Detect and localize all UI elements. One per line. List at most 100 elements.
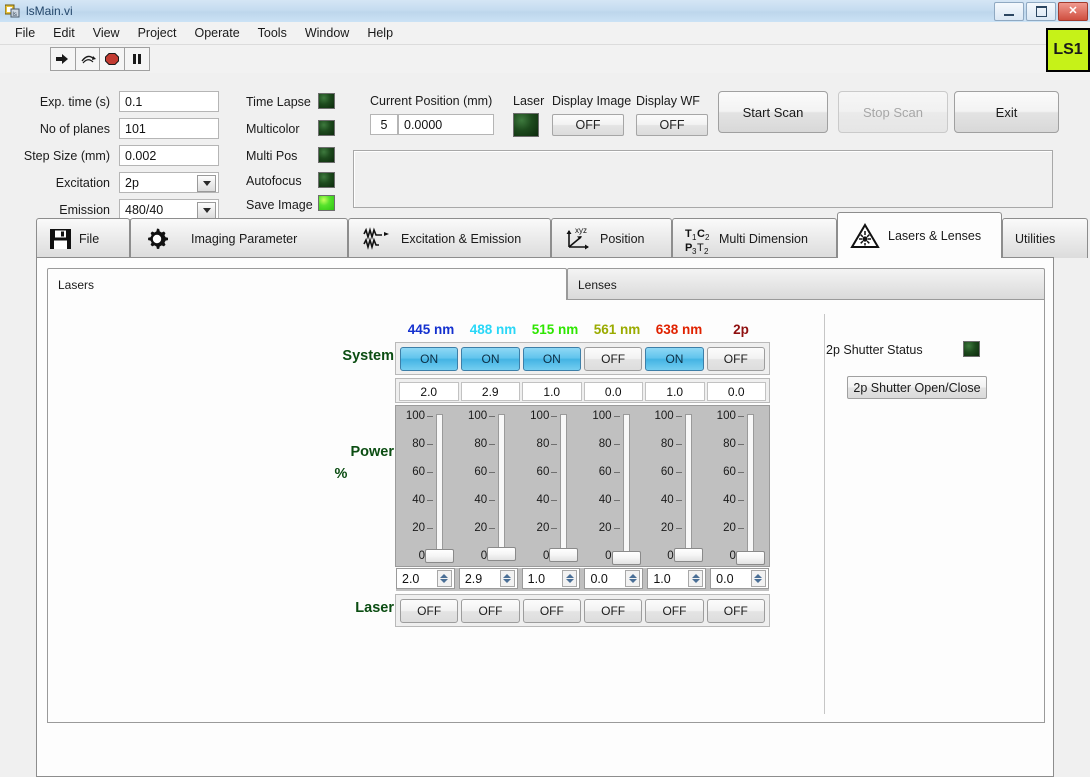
- tab-utilities[interactable]: Utilities: [1002, 218, 1088, 258]
- power-slider-thumb-515[interactable]: [549, 548, 578, 562]
- power-slider-561[interactable]: 100 80 60 40 20 0: [583, 406, 645, 566]
- power-spinner-561[interactable]: [625, 570, 640, 587]
- slider-tick-40: 40: [710, 494, 736, 506]
- power-slider-638[interactable]: 100 80 60 40 20 0: [645, 406, 707, 566]
- tab-imaging-parameter[interactable]: Imaging Parameter: [130, 218, 348, 258]
- menu-item-view[interactable]: View: [84, 24, 129, 42]
- channel-header-2p: 2p: [710, 322, 772, 337]
- power-slider-515[interactable]: 100 80 60 40 20 0: [520, 406, 582, 566]
- system-toggle-561[interactable]: OFF: [584, 347, 642, 371]
- slider-tick-80: 80: [399, 438, 425, 450]
- subtab-lasers-label: Lasers: [58, 278, 94, 292]
- system-row-label: System: [288, 348, 394, 364]
- subtab-lasers[interactable]: Lasers: [47, 268, 567, 300]
- laser-toggle-561[interactable]: OFF: [584, 599, 642, 623]
- power-spinner-2p[interactable]: [751, 570, 766, 587]
- run-button-group: [50, 47, 100, 71]
- power-spinner-515[interactable]: [562, 570, 577, 587]
- slider-tick-40: 40: [648, 494, 674, 506]
- menu-item-help[interactable]: Help: [358, 24, 402, 42]
- exp-time-input[interactable]: 0.1: [119, 91, 219, 112]
- power-slider-2p[interactable]: 100 80 60 40 20 0: [707, 406, 769, 566]
- maximize-button[interactable]: [1026, 2, 1056, 21]
- pause-button[interactable]: [124, 47, 150, 71]
- system-toggle-638[interactable]: ON: [645, 347, 703, 371]
- power-slider-thumb-2p[interactable]: [736, 551, 765, 565]
- system-toggle-488[interactable]: ON: [461, 347, 519, 371]
- menu-item-tools[interactable]: Tools: [249, 24, 296, 42]
- label-no-of-planes: No of planes: [10, 122, 110, 136]
- multicolor-led[interactable]: [318, 120, 335, 136]
- panel-divider: [824, 314, 825, 714]
- minimize-button[interactable]: [994, 2, 1024, 21]
- laser-toggle-515[interactable]: OFF: [523, 599, 581, 623]
- power-input-638[interactable]: 1.0: [647, 568, 706, 589]
- power-input-445[interactable]: 2.0: [396, 568, 455, 589]
- tab-position[interactable]: xyz Position: [551, 218, 672, 258]
- gear-icon: [145, 227, 169, 251]
- shutter-status-label: 2p Shutter Status: [826, 343, 923, 357]
- power-value-2p: 0.0: [716, 572, 733, 586]
- power-slider-thumb-561[interactable]: [612, 551, 641, 565]
- tab-excitation-emission[interactable]: Excitation & Emission: [348, 218, 551, 258]
- slider-tick-20: 20: [399, 522, 425, 534]
- run-button[interactable]: [50, 47, 76, 71]
- power-slider-thumb-638[interactable]: [674, 548, 703, 562]
- tab-multi-dimension[interactable]: T 1 C 2 P 3 T 2 Multi Dimension: [672, 218, 837, 258]
- display-wf-toggle[interactable]: OFF: [636, 114, 708, 136]
- step-size-input[interactable]: 0.002: [119, 145, 219, 166]
- menu-item-window[interactable]: Window: [296, 24, 358, 42]
- power-value-638: 1.0: [653, 572, 670, 586]
- slider-tick-100: 100: [399, 410, 425, 422]
- laser-toggle-488[interactable]: OFF: [461, 599, 519, 623]
- power-spinner-488[interactable]: [500, 570, 515, 587]
- tab-imaging-parameter-label: Imaging Parameter: [191, 232, 297, 246]
- power-slider-488[interactable]: 100 80 60 40 20 0: [458, 406, 520, 566]
- power-slider-thumb-488[interactable]: [487, 547, 516, 561]
- power-slider-thumb-445[interactable]: [425, 549, 454, 563]
- power-spinner-638[interactable]: [688, 570, 703, 587]
- run-continuously-button[interactable]: [75, 47, 101, 71]
- power-row-label: Power: [288, 444, 394, 460]
- autofocus-led[interactable]: [318, 172, 335, 188]
- tab-file[interactable]: File: [36, 218, 130, 258]
- setpoint-561: 0.0: [584, 382, 644, 401]
- time-lapse-led[interactable]: [318, 93, 335, 109]
- power-input-561[interactable]: 0.0: [584, 568, 643, 589]
- slider-tick-100: 100: [523, 410, 549, 422]
- power-input-488[interactable]: 2.9: [459, 568, 518, 589]
- subtab-lenses[interactable]: Lenses: [567, 268, 1045, 300]
- abort-button[interactable]: [99, 47, 125, 71]
- power-input-2p[interactable]: 0.0: [710, 568, 769, 589]
- position-index-input[interactable]: 5: [370, 114, 398, 135]
- menu-item-project[interactable]: Project: [129, 24, 186, 42]
- start-scan-button[interactable]: Start Scan: [718, 91, 828, 133]
- close-button[interactable]: ✕: [1058, 2, 1088, 21]
- system-toggle-445[interactable]: ON: [400, 347, 458, 371]
- power-slider-445[interactable]: 100 80 60 40 20 0: [396, 406, 458, 566]
- multi-pos-led[interactable]: [318, 147, 335, 163]
- exit-button[interactable]: Exit: [954, 91, 1059, 133]
- power-spinner-445[interactable]: [437, 570, 452, 587]
- abort-icon: [104, 52, 120, 66]
- power-numeric-row: 2.0 2.9 1.0 0.0: [396, 568, 769, 591]
- laser-toggle-445[interactable]: OFF: [400, 599, 458, 623]
- menu-item-file[interactable]: File: [6, 24, 44, 42]
- power-input-515[interactable]: 1.0: [522, 568, 581, 589]
- laser-toggle-638[interactable]: OFF: [645, 599, 703, 623]
- menu-item-operate[interactable]: Operate: [185, 24, 248, 42]
- no-of-planes-input[interactable]: 101: [119, 118, 219, 139]
- stop-scan-button[interactable]: Stop Scan: [838, 91, 948, 133]
- shutter-open-close-button[interactable]: 2p Shutter Open/Close: [847, 376, 987, 399]
- setpoint-488: 2.9: [461, 382, 521, 401]
- chevron-down-icon[interactable]: [197, 175, 216, 192]
- excitation-select[interactable]: 2p: [119, 172, 219, 193]
- menu-item-edit[interactable]: Edit: [44, 24, 84, 42]
- system-toggle-515[interactable]: ON: [523, 347, 581, 371]
- tab-lasers-lenses[interactable]: Lasers & Lenses: [837, 212, 1002, 258]
- slider-tick-20: 20: [461, 522, 487, 534]
- system-toggle-2p[interactable]: OFF: [707, 347, 765, 371]
- display-image-toggle[interactable]: OFF: [552, 114, 624, 136]
- laser-toggle-2p[interactable]: OFF: [707, 599, 765, 623]
- save-image-led[interactable]: [318, 195, 335, 211]
